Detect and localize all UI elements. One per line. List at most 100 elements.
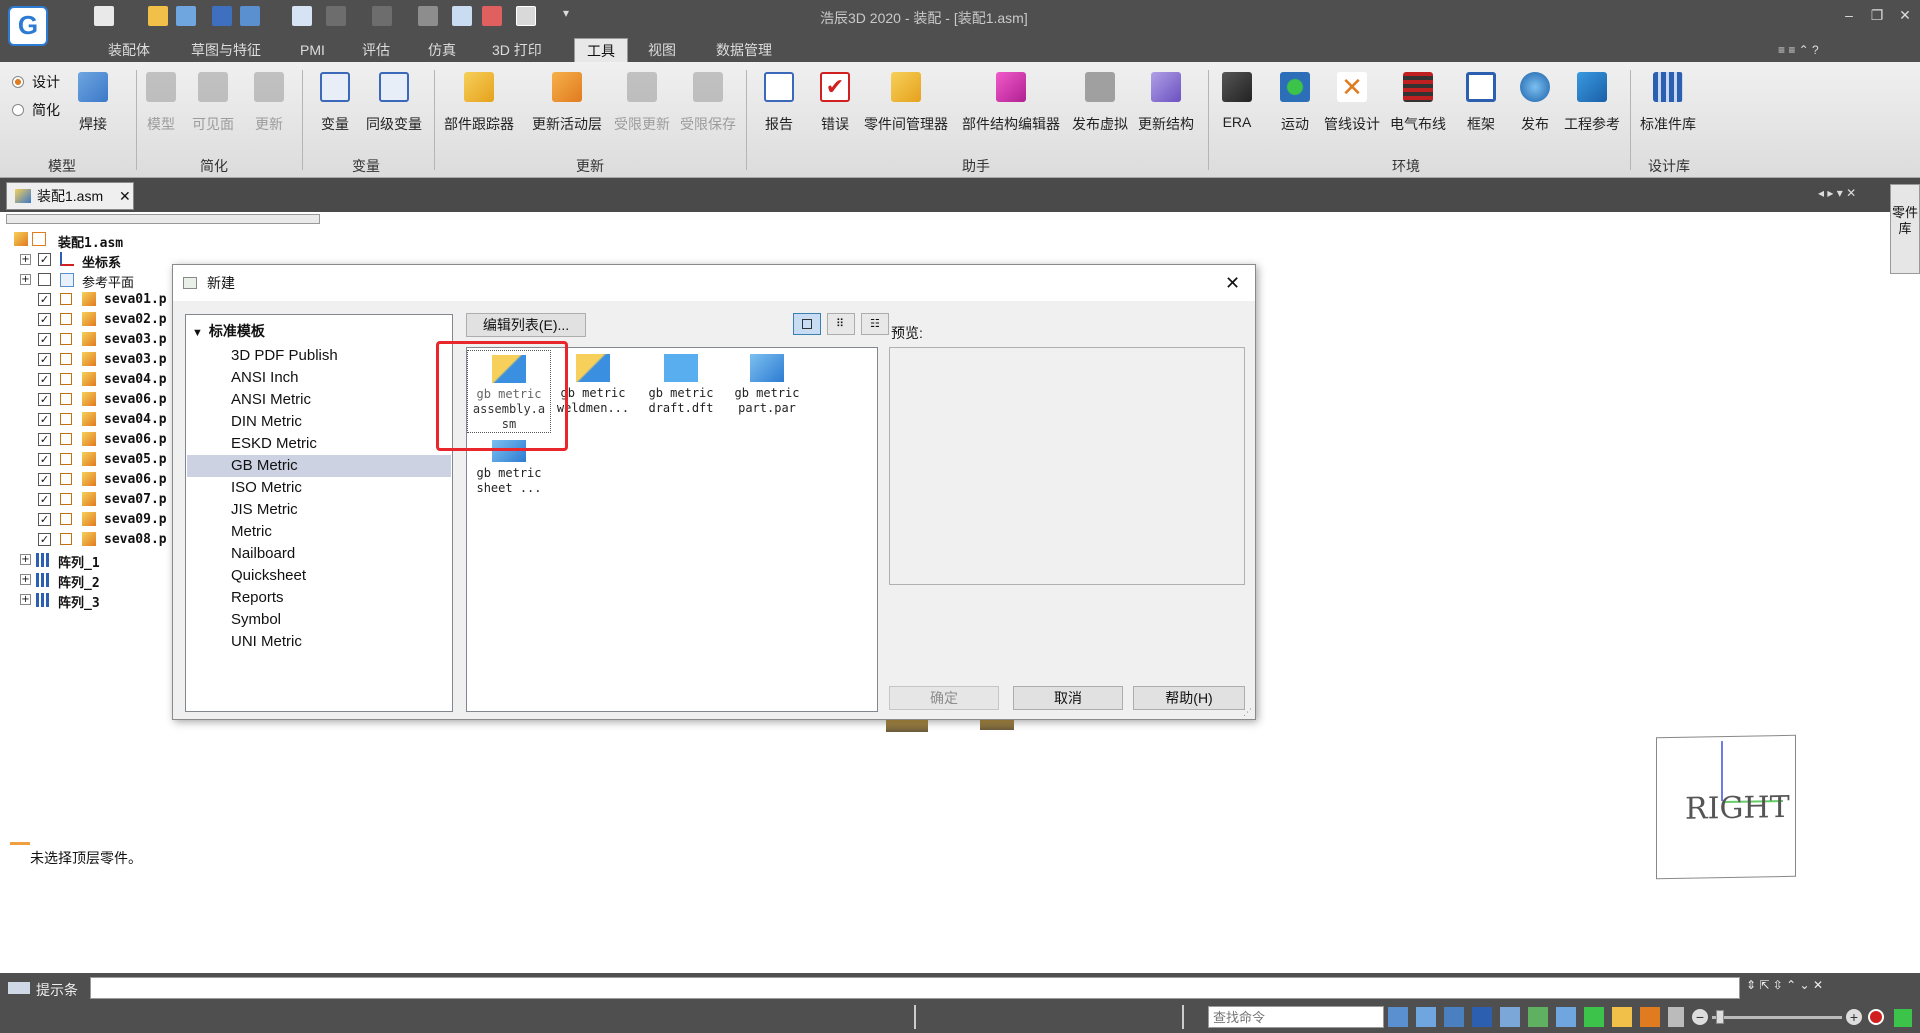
save-as-icon[interactable] — [240, 6, 260, 26]
zoom-out-icon[interactable]: − — [1692, 1009, 1708, 1025]
radio-design[interactable] — [12, 76, 24, 88]
new-file-icon[interactable] — [94, 6, 114, 26]
weld-button[interactable]: 焊接 — [78, 72, 108, 134]
publish-button[interactable]: 发布 — [1520, 72, 1550, 134]
list-view-button[interactable]: ⠿ — [827, 313, 855, 335]
chevron-down-icon[interactable]: ▼ — [192, 327, 203, 339]
expand-icon[interactable]: + — [20, 274, 31, 285]
pipe-design-button[interactable]: ✕ 管线设计 — [1324, 72, 1380, 134]
tree-splitter[interactable] — [6, 214, 320, 224]
era-button[interactable]: ERA — [1222, 72, 1252, 130]
tab-data-management[interactable]: 数据管理 — [708, 38, 780, 62]
template-item[interactable]: GB Metric — [187, 455, 451, 477]
close-tab-icon[interactable]: ✕ — [119, 183, 131, 209]
template-item[interactable]: ESKD Metric — [187, 433, 451, 455]
tab-scroll-arrows-icon[interactable]: ◂ ▸ ▾ ✕ — [1818, 186, 1856, 200]
visibility-checkbox[interactable]: ✓ — [38, 413, 51, 426]
select-arrow-icon[interactable] — [516, 6, 536, 26]
view-options-icon[interactable] — [1668, 1007, 1684, 1027]
record-icon[interactable] — [1868, 1009, 1884, 1025]
visibility-checkbox[interactable]: ✓ — [38, 313, 51, 326]
tools-icon[interactable] — [482, 6, 502, 26]
visibility-checkbox[interactable]: ✓ — [38, 453, 51, 466]
visibility-checkbox[interactable]: ✓ — [38, 293, 51, 306]
restore-button[interactable]: ❐ — [1864, 4, 1890, 26]
simplify-model-button[interactable]: 模型 — [146, 72, 176, 134]
customize-quick-access-icon[interactable]: ▾ — [556, 6, 576, 26]
tab-tools[interactable]: 工具 — [574, 38, 628, 62]
zoom-slider-handle[interactable] — [1716, 1010, 1724, 1024]
template-item[interactable]: UNI Metric — [187, 631, 451, 653]
visibility-checkbox[interactable]: ✓ — [38, 513, 51, 526]
tab-sketch-feature[interactable]: 草图与特征 — [183, 38, 269, 62]
report-button[interactable]: 报告 — [764, 72, 794, 134]
template-item[interactable]: 3D PDF Publish — [187, 345, 451, 367]
expand-icon[interactable]: + — [20, 574, 31, 585]
details-view-button[interactable]: ☷ — [861, 313, 889, 335]
save-icon[interactable] — [212, 6, 232, 26]
tab-pmi[interactable]: PMI — [292, 38, 333, 62]
close-window-button[interactable]: ✕ — [1892, 4, 1918, 26]
publish-virtual-button[interactable]: 发布虚拟 — [1072, 72, 1128, 134]
spin-icon[interactable] — [1556, 1007, 1576, 1027]
template-item[interactable]: Reports — [187, 587, 451, 609]
radio-simplify[interactable] — [12, 104, 24, 116]
template-item[interactable]: Symbol — [187, 609, 451, 631]
part-manager-button[interactable]: 零件间管理器 — [864, 72, 948, 134]
pan-icon[interactable] — [1500, 1007, 1520, 1027]
file-item-gb-metric-part[interactable]: gb metric part.par — [725, 350, 809, 416]
zoom-area-icon[interactable] — [1416, 1007, 1436, 1027]
template-item[interactable]: DIN Metric — [187, 411, 451, 433]
update-active-button[interactable]: 更新活动层 — [532, 72, 602, 134]
visibility-checkbox[interactable]: ✓ — [38, 373, 51, 386]
visible-faces-button[interactable]: 可见面 — [192, 72, 234, 134]
expand-icon[interactable]: + — [20, 594, 31, 605]
visibility-checkbox[interactable]: ✓ — [38, 253, 51, 266]
resize-grip-icon[interactable]: ⋰ — [1243, 707, 1252, 718]
template-item[interactable]: ANSI Metric — [187, 389, 451, 411]
view-cube[interactable]: RIGHT — [1656, 734, 1796, 880]
structure-editor-button[interactable]: 部件结构编辑器 — [962, 72, 1060, 134]
motion-button[interactable]: 运动 — [1280, 72, 1310, 134]
hint-text-field[interactable] — [90, 977, 1740, 999]
visibility-checkbox[interactable]: ✓ — [38, 393, 51, 406]
template-item[interactable]: ISO Metric — [187, 477, 451, 499]
help-icon[interactable] — [452, 6, 472, 26]
tab-evaluate[interactable]: 评估 — [354, 38, 398, 62]
visibility-checkbox[interactable]: ✓ — [38, 333, 51, 346]
sync-variable-button[interactable]: 同级变量 — [366, 72, 422, 134]
redo-icon[interactable] — [372, 6, 392, 26]
rotate-icon[interactable] — [1528, 1007, 1548, 1027]
display-mode-icon[interactable] — [1640, 1007, 1660, 1027]
repeat-icon[interactable] — [418, 6, 438, 26]
limited-save-button[interactable]: 受限保存 — [680, 72, 736, 134]
arrow-right-icon[interactable] — [1388, 1007, 1408, 1027]
standard-parts-library-button[interactable]: 标准件库 — [1640, 72, 1696, 134]
zoom-in-icon[interactable]: + — [1846, 1009, 1862, 1025]
side-tab-part-library[interactable]: 零件库 — [1890, 184, 1920, 274]
view-style-icon[interactable] — [1584, 1007, 1604, 1027]
template-tree-root[interactable]: ▼ 标准模板 — [192, 321, 265, 341]
part-tracker-button[interactable]: 部件跟踪器 — [444, 72, 514, 134]
frame-button[interactable]: 框架 — [1466, 72, 1496, 134]
minimize-button[interactable]: – — [1836, 4, 1862, 26]
tab-3d-print[interactable]: 3D 打印 — [484, 38, 550, 62]
cancel-button[interactable]: 取消 — [1013, 686, 1123, 710]
limited-update-button[interactable]: 受限更新 — [614, 72, 670, 134]
file-item-gb-metric-draft[interactable]: gb metric draft.dft — [639, 350, 723, 416]
dialog-close-icon[interactable]: ✕ — [1225, 265, 1240, 301]
visibility-checkbox[interactable]: ✓ — [38, 433, 51, 446]
pin-icon[interactable] — [176, 6, 196, 26]
template-item[interactable]: JIS Metric — [187, 499, 451, 521]
ok-button[interactable]: 确定 — [889, 686, 999, 710]
tab-assembly[interactable]: 装配体 — [100, 38, 158, 62]
help-button[interactable]: 帮助(H) — [1133, 686, 1245, 710]
error-button[interactable]: ✔ 错误 — [820, 72, 850, 134]
fit-view-icon[interactable] — [1472, 1007, 1492, 1027]
shading-icon[interactable] — [1612, 1007, 1632, 1027]
hint-bar-controls-icon[interactable]: ⇕ ⇱ ⇳ ⌃ ⌄ ✕ — [1746, 978, 1823, 992]
document-tab[interactable]: 装配1.asm ✕ — [6, 182, 134, 210]
open-folder-icon[interactable] — [148, 6, 168, 26]
edit-list-button[interactable]: 编辑列表(E)... — [466, 313, 586, 337]
update-structure-button[interactable]: 更新结构 — [1138, 72, 1194, 134]
